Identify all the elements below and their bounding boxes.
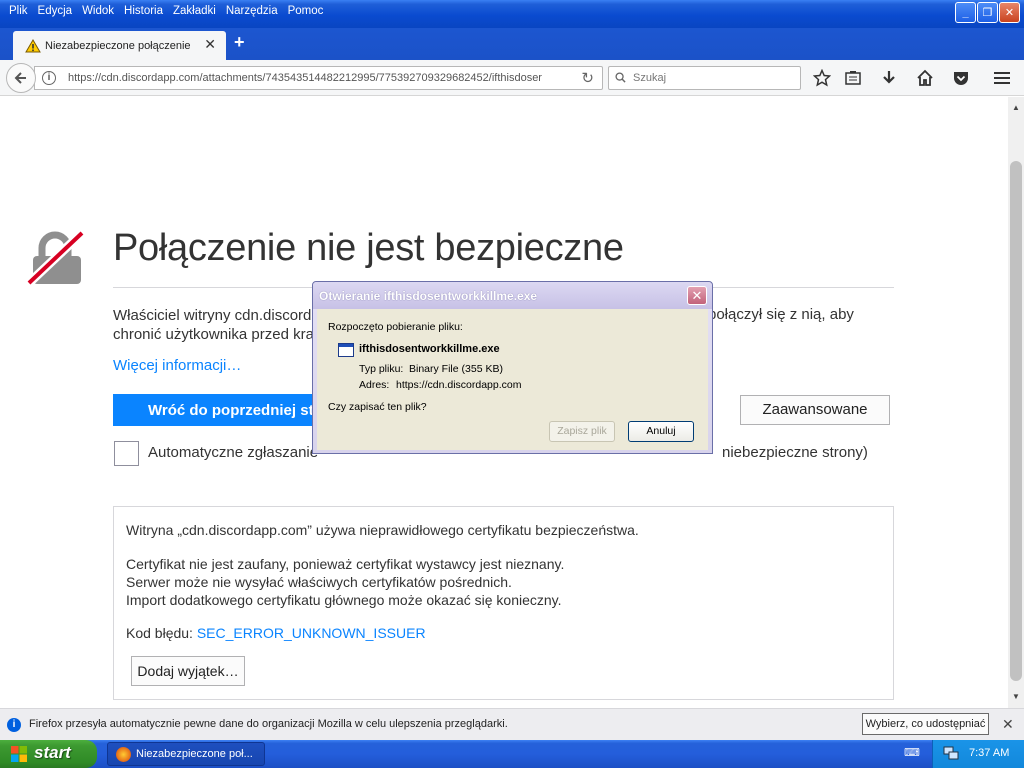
notification-bar: i Firefox przesyła automatycznie pewne d… <box>0 708 1024 740</box>
application-file-icon <box>338 343 354 357</box>
home-icon[interactable] <box>914 67 936 89</box>
menu-tools[interactable]: Narzędzia <box>221 4 283 18</box>
details-line-intermediate: Serwer może nie wysyłać właściwych certy… <box>126 574 512 590</box>
tab-active[interactable]: Niezabezpieczone połączenie ✕ <box>13 31 226 60</box>
notification-text: Firefox przesyła automatycznie pewne dan… <box>29 718 508 730</box>
windows-logo-icon <box>11 746 27 762</box>
url-input[interactable]: https://cdn.discordapp.com/attachments/7… <box>68 72 546 84</box>
url-bar[interactable]: i https://cdn.discordapp.com/attachments… <box>34 66 603 90</box>
firefox-icon <box>116 747 131 762</box>
warning-icon <box>25 38 41 52</box>
search-icon <box>615 72 626 83</box>
file-type-label: Typ pliku: <box>359 363 404 375</box>
file-address-value: https://cdn.discordapp.com <box>396 379 522 391</box>
report-label-tail: niebezpieczne strony) <box>722 444 868 461</box>
download-filename: ifthisdosentworkkillme.exe <box>359 343 500 355</box>
dialog-titlebar[interactable]: Otwieranie ifthisdosentworkkillme.exe ✕ <box>313 282 712 309</box>
menu-view[interactable]: Widok <box>77 4 119 18</box>
start-button[interactable]: start <box>0 740 97 768</box>
taskbar-item-label: Niezabezpieczone poł... <box>136 748 253 760</box>
hamburger-menu-icon[interactable] <box>991 67 1013 89</box>
error-code-label: Kod błędu: <box>126 625 197 641</box>
close-tab-icon[interactable]: ✕ <box>204 36 216 53</box>
pocket-icon[interactable] <box>950 67 972 89</box>
intro-left-line2: chronić użytkownika przed krad <box>113 326 323 343</box>
search-bar[interactable]: Szukaj <box>608 66 801 90</box>
dialog-title: Otwieranie ifthisdosentworkkillme.exe <box>319 289 538 303</box>
report-errors-label: Automatyczne zgłaszanie <box>148 444 318 461</box>
details-line-untrusted: Certyfikat nie jest zaufany, ponieważ ce… <box>126 556 565 572</box>
intro-right: połączył się z nią, aby <box>708 306 854 323</box>
go-back-button[interactable]: Wróć do poprzedniej strony <box>113 394 318 426</box>
choose-sharing-button[interactable]: Wybierz, co udostępniać <box>862 713 989 735</box>
maximize-button[interactable]: ❐ <box>977 2 998 23</box>
download-icon[interactable] <box>878 67 900 89</box>
advanced-button[interactable]: Zaawansowane <box>740 395 890 425</box>
intro-left: Właściciel witryny cdn.discordap <box>113 307 329 324</box>
menu-history[interactable]: Historia <box>119 4 168 18</box>
clock[interactable]: 7:37 AM <box>969 747 1009 759</box>
add-exception-button[interactable]: Dodaj wyjątek… <box>131 656 245 686</box>
cancel-button[interactable]: Anuluj <box>628 421 694 442</box>
dialog-close-button[interactable]: ✕ <box>687 286 707 305</box>
file-address-label: Adres: <box>359 379 390 391</box>
bookmark-star-icon[interactable] <box>811 67 833 89</box>
arrow-left-icon <box>14 72 26 84</box>
new-tab-button[interactable]: + <box>234 32 245 53</box>
file-type-value: Binary File (355 KB) <box>409 363 503 375</box>
report-label-left: Automatyczne zgłaszanie <box>148 444 319 461</box>
info-icon[interactable]: i <box>42 71 56 85</box>
page-title: Połączenie nie jest bezpieczne <box>113 227 624 269</box>
menu-file[interactable]: Plik <box>4 4 33 18</box>
details-line-import: Import dodatkowego certyfikatu głównego … <box>126 592 562 608</box>
error-code-link[interactable]: SEC_ERROR_UNKNOWN_ISSUER <box>197 625 426 641</box>
tab-title: Niezabezpieczone połączenie <box>45 39 191 52</box>
window-titlebar: Plik Edycja Widok Historia Zakładki Narz… <box>0 0 1024 28</box>
info-icon: i <box>7 718 21 732</box>
scroll-down-icon[interactable]: ▼ <box>1009 690 1023 704</box>
menu-bar: Plik Edycja Widok Historia Zakładki Narz… <box>4 4 328 18</box>
scroll-up-icon[interactable]: ▲ <box>1009 101 1023 115</box>
menu-bookmarks[interactable]: Zakładki <box>168 4 221 18</box>
save-file-button[interactable]: Zapisz plik <box>549 421 615 442</box>
search-input[interactable]: Szukaj <box>633 72 666 84</box>
taskbar-item-firefox[interactable]: Niezabezpieczone poł... <box>107 742 265 766</box>
reload-icon[interactable]: ↻ <box>581 69 594 87</box>
save-question: Czy zapisać ten plik? <box>328 401 427 413</box>
back-button[interactable] <box>6 63 36 93</box>
details-line-site: Witryna „cdn.discordapp.com” używa niepr… <box>126 522 639 538</box>
more-info-link[interactable]: Więcej informacji… <box>113 357 241 374</box>
close-window-button[interactable]: ✕ <box>999 2 1020 23</box>
network-icon[interactable] <box>943 746 959 760</box>
system-tray: 7:37 AM <box>932 740 1024 768</box>
broken-lock-icon <box>25 230 85 286</box>
download-dialog: Otwieranie ifthisdosentworkkillme.exe ✕ … <box>312 281 713 454</box>
technical-details-box: Witryna „cdn.discordapp.com” używa niepr… <box>113 506 894 700</box>
download-started-label: Rozpoczęto pobieranie pliku: <box>328 321 463 333</box>
dialog-body: Rozpoczęto pobieranie pliku: ifthisdosen… <box>317 309 708 450</box>
minimize-button[interactable]: _ <box>955 2 976 23</box>
close-notification-icon[interactable]: ✕ <box>1002 716 1014 733</box>
menu-help[interactable]: Pomoc <box>283 4 329 18</box>
reading-list-icon[interactable] <box>842 67 864 89</box>
menu-edit[interactable]: Edycja <box>33 4 78 18</box>
keyboard-icon[interactable]: ⌨ <box>904 746 920 759</box>
scroll-thumb[interactable] <box>1010 161 1022 681</box>
report-errors-checkbox[interactable] <box>114 441 139 466</box>
start-label: start <box>34 743 71 762</box>
vertical-scrollbar[interactable]: ▲ ▼ <box>1008 97 1024 708</box>
error-code-line: Kod błędu: SEC_ERROR_UNKNOWN_ISSUER <box>126 625 426 641</box>
